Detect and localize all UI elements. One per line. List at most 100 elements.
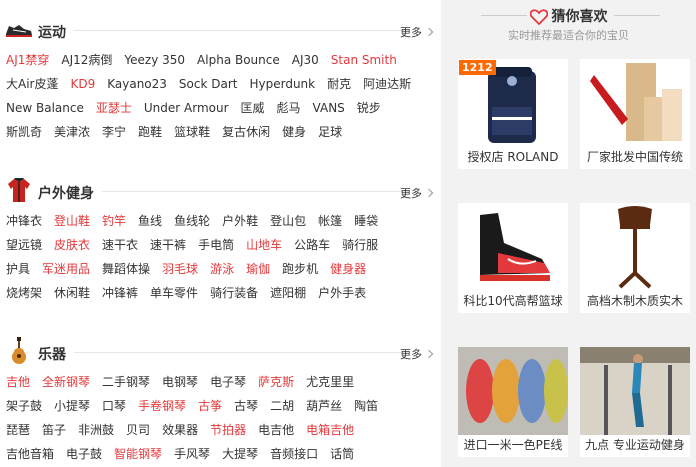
category-tag[interactable]: Alpha Bounce [197,48,280,72]
category-tag[interactable]: 手卷钢琴 [138,394,186,418]
category-tag[interactable]: VANS [313,96,345,120]
category-tag[interactable]: 跑鞋 [138,120,162,144]
category-tag[interactable]: 大提琴 [222,442,258,466]
category-tag[interactable]: 节拍器 [210,418,246,442]
category-tag[interactable]: 手电筒 [198,233,234,257]
category-tag[interactable]: 阿迪达斯 [363,72,411,96]
more-link[interactable]: 更多 [400,346,434,362]
category-tag[interactable]: Yeezy 350 [124,48,185,72]
category-tag[interactable]: 匡威 [241,96,265,120]
product-card[interactable]: 进口一米一色PE线 [458,347,568,457]
category-tag[interactable]: 亚瑟士 [96,96,132,120]
category-tag[interactable]: 效果器 [162,418,198,442]
category-tag[interactable]: 遮阳棚 [270,281,306,305]
category-tag[interactable]: 望远镜 [6,233,42,257]
category-tag[interactable]: 游泳 [210,257,234,281]
category-tag[interactable]: 休闲鞋 [54,281,90,305]
category-tag[interactable]: 斯凯奇 [6,120,42,144]
category-tag[interactable]: 锐步 [357,96,381,120]
category-tag[interactable]: 登山鞋 [54,209,90,233]
category-tag[interactable]: 帐篷 [318,209,342,233]
category-tag[interactable]: 古琴 [234,394,258,418]
category-tag[interactable]: 电箱吉他 [306,418,354,442]
category-tag[interactable]: 皮肤衣 [54,233,90,257]
category-tag[interactable]: 全新钢琴 [42,370,90,394]
category-tag[interactable]: AJ1禁穿 [6,48,49,72]
category-tag[interactable]: 吉他 [6,370,30,394]
category-tag[interactable]: Kayano23 [107,72,167,96]
category-tag[interactable]: 口琴 [102,394,126,418]
category-tag[interactable]: 尤克里里 [306,370,354,394]
category-tag[interactable]: 公路车 [294,233,330,257]
category-tag[interactable]: 钓竿 [102,209,126,233]
product-card[interactable]: 九点 专业运动健身 [580,347,690,457]
product-card[interactable]: 1212 授权店 ROLAND [458,59,568,169]
category-tag[interactable]: Sock Dart [179,72,238,96]
category-tag[interactable]: 葫芦丝 [306,394,342,418]
category-tag[interactable]: 非洲鼓 [78,418,114,442]
category-tag[interactable]: 手风琴 [174,442,210,466]
category-tag[interactable]: 护具 [6,257,30,281]
category-tag[interactable]: 二手钢琴 [102,370,150,394]
category-tag[interactable]: 李宁 [102,120,126,144]
category-tag[interactable]: 鱼线 [138,209,162,233]
category-tag[interactable]: 智能钢琴 [114,442,162,466]
category-tag[interactable]: 军迷用品 [42,257,90,281]
category-tag[interactable]: 冲锋裤 [102,281,138,305]
category-tag[interactable]: 琵琶 [6,418,30,442]
category-tag[interactable]: 电子鼓 [66,442,102,466]
category-tag[interactable]: 篮球鞋 [174,120,210,144]
category-tag[interactable]: 鱼线轮 [174,209,210,233]
category-tag[interactable]: 陶笛 [354,394,378,418]
category-tag[interactable]: 贝司 [126,418,150,442]
category-tag[interactable]: 大Air皮蓬 [6,72,58,96]
category-tag[interactable]: 小提琴 [54,394,90,418]
category-tag[interactable]: Hyperdunk [249,72,315,96]
product-card[interactable]: 高档木制木质实木 [580,203,690,313]
category-tag[interactable]: 骑行服 [342,233,378,257]
category-tag[interactable]: 速干衣 [102,233,138,257]
category-tag[interactable]: 足球 [318,120,342,144]
category-tag[interactable]: New Balance [6,96,84,120]
category-tag[interactable]: 冲锋衣 [6,209,42,233]
category-tag[interactable]: Stan Smith [331,48,397,72]
category-tag[interactable]: 骑行装备 [210,281,258,305]
category-tag[interactable]: 话筒 [330,442,354,466]
category-tag[interactable]: 跑步机 [282,257,318,281]
category-tag[interactable]: 二胡 [270,394,294,418]
category-tag[interactable]: 瑜伽 [246,257,270,281]
category-tag[interactable]: 户外鞋 [222,209,258,233]
category-tag[interactable]: 彪马 [277,96,301,120]
category-tag[interactable]: 单车零件 [150,281,198,305]
category-tag[interactable]: 山地车 [246,233,282,257]
category-tag[interactable]: 架子鼓 [6,394,42,418]
category-tag[interactable]: 古筝 [198,394,222,418]
category-tag[interactable]: 萨克斯 [258,370,294,394]
category-tag[interactable]: 户外手表 [318,281,366,305]
category-tag[interactable]: 速干裤 [150,233,186,257]
category-tag[interactable]: KD9 [70,72,95,96]
category-tag[interactable]: AJ12病倒 [61,48,112,72]
category-tag[interactable]: 登山包 [270,209,306,233]
category-tag[interactable]: 健身 [282,120,306,144]
category-tag[interactable]: 电钢琴 [162,370,198,394]
category-tag[interactable]: 笛子 [42,418,66,442]
category-tag[interactable]: 烧烤架 [6,281,42,305]
category-tag[interactable]: 羽毛球 [162,257,198,281]
category-tag[interactable]: 电子琴 [210,370,246,394]
category-tag[interactable]: AJ30 [292,48,319,72]
category-tag[interactable]: 舞蹈体操 [102,257,150,281]
category-tag[interactable]: 电吉他 [258,418,294,442]
category-tag[interactable]: 吉他音箱 [6,442,54,466]
category-tag[interactable]: 睡袋 [354,209,378,233]
more-link[interactable]: 更多 [400,24,434,40]
category-tag[interactable]: Under Armour [144,96,229,120]
category-tag[interactable]: 美津浓 [54,120,90,144]
product-card[interactable]: 科比10代高帮篮球 [458,203,568,313]
category-tag[interactable]: 耐克 [327,72,351,96]
product-card[interactable]: 厂家批发中国传统 [580,59,690,169]
category-tag[interactable]: 音频接口 [270,442,318,466]
category-tag[interactable]: 健身器 [330,257,366,281]
category-tag[interactable]: 复古休闲 [222,120,270,144]
more-link[interactable]: 更多 [400,185,434,201]
